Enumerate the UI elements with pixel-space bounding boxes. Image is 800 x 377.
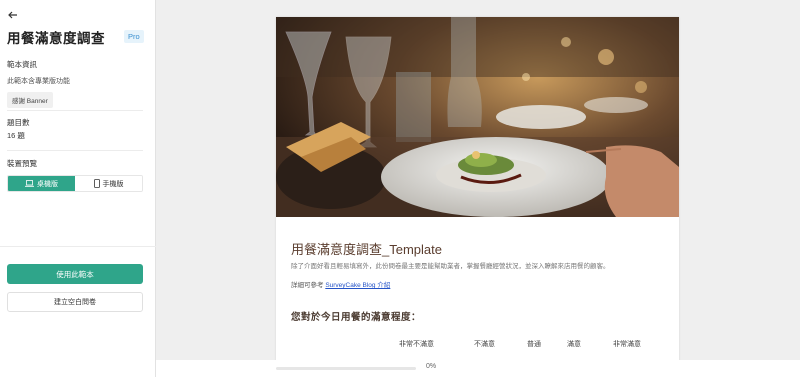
banner-image bbox=[276, 17, 679, 217]
question-count-value: 16 題 bbox=[7, 131, 25, 140]
pro-badge: Pro bbox=[124, 30, 144, 43]
template-title: 用餐滿意度調查 bbox=[7, 31, 105, 46]
progress-bar-area: 0% bbox=[156, 360, 800, 377]
mobile-preview-button[interactable]: 手機版 bbox=[75, 176, 142, 191]
scale-label-dissatisfied: 不滿意 bbox=[474, 341, 495, 348]
question-title: 您對於今日用餐的滿意程度： bbox=[291, 312, 422, 323]
survey-card: 用餐滿意度調查_Template 除了介面好看且輕易填寫外，此份問卷最主要是能幫… bbox=[276, 17, 679, 362]
device-preview-toggle: 桌機版 手機版 bbox=[7, 175, 143, 192]
desktop-preview-label: 桌機版 bbox=[37, 180, 58, 188]
preview-heading: 裝置預覽 bbox=[7, 159, 37, 168]
survey-reference: 詳細可參考 SurveyCake Blog 介紹 bbox=[291, 279, 390, 289]
question-count-label: 題目數 bbox=[7, 118, 30, 127]
progress-track bbox=[276, 367, 416, 370]
desktop-preview-button[interactable]: 桌機版 bbox=[8, 176, 75, 191]
laptop-icon bbox=[25, 180, 34, 187]
divider bbox=[7, 150, 143, 151]
use-template-button[interactable]: 使用此範本 bbox=[7, 264, 143, 284]
create-blank-survey-button[interactable]: 建立空白問卷 bbox=[7, 292, 143, 312]
template-sidebar: 用餐滿意度調查 Pro 範本資訊 此範本含專業版功能 感謝 Banner 題目數… bbox=[0, 0, 156, 377]
scale-label-neutral: 普通 bbox=[527, 341, 541, 348]
reference-prefix: 詳細可參考 bbox=[291, 282, 326, 289]
mobile-icon bbox=[93, 179, 100, 188]
scale-label-satisfied: 滿意 bbox=[567, 341, 581, 348]
survey-title: 用餐滿意度調查_Template bbox=[291, 242, 442, 257]
scale-label-very-dissatisfied: 非常不滿意 bbox=[399, 341, 434, 348]
mobile-preview-label: 手機版 bbox=[102, 180, 124, 188]
blog-link[interactable]: SurveyCake Blog 介紹 bbox=[325, 282, 390, 289]
preview-area: 用餐滿意度調查_Template 除了介面好看且輕易填寫外，此份問卷最主要是能幫… bbox=[156, 0, 800, 377]
scale-label-very-satisfied: 非常滿意 bbox=[613, 341, 641, 348]
divider bbox=[7, 110, 143, 111]
back-arrow-icon[interactable] bbox=[7, 8, 19, 20]
feature-tag: 感謝 Banner bbox=[7, 92, 53, 108]
info-heading: 範本資訊 bbox=[7, 60, 37, 69]
divider bbox=[0, 246, 156, 247]
progress-percent: 0% bbox=[426, 363, 437, 370]
survey-description: 除了介面好看且輕易填寫外，此份問卷最主要是能幫助業者，掌握餐廳經營狀況，並深入瞭… bbox=[291, 263, 610, 270]
info-text: 此範本含專業版功能 bbox=[7, 78, 70, 85]
